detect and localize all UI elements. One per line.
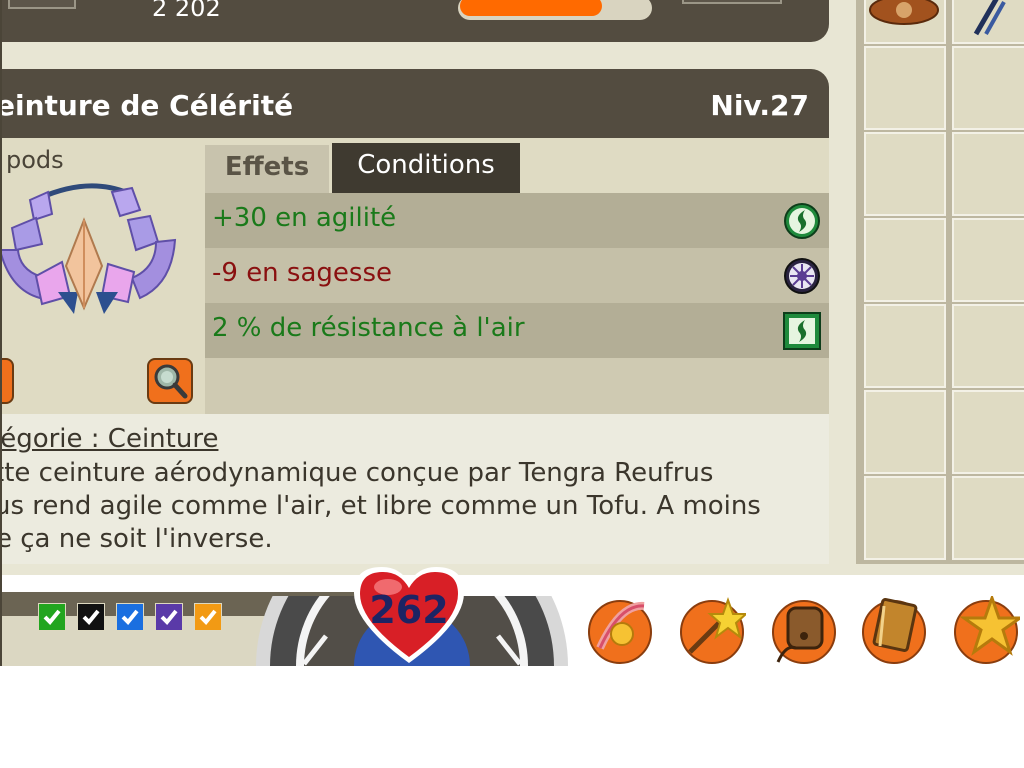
top-progress-fill bbox=[460, 0, 602, 16]
checkmark-icon bbox=[82, 609, 100, 625]
effect-row: +30 en agilité bbox=[205, 193, 829, 248]
zoom-button[interactable] bbox=[147, 358, 193, 404]
effects-list: +30 en agilité -9 en sagesse 2 % de rési… bbox=[205, 193, 829, 414]
top-progress-bar bbox=[458, 0, 652, 20]
tab-conditions[interactable]: Conditions bbox=[332, 143, 520, 193]
achievements-button[interactable] bbox=[952, 596, 1020, 664]
filter-checkbox[interactable] bbox=[194, 603, 222, 631]
game-view: 2 202 einture de Célérité Niv.27 pods Ef… bbox=[0, 0, 1024, 666]
inventory-slot[interactable] bbox=[864, 304, 946, 388]
inventory-slot[interactable] bbox=[864, 46, 946, 130]
item-panel: einture de Célérité Niv.27 pods Effets C… bbox=[0, 69, 829, 564]
wisdom-icon bbox=[784, 258, 820, 294]
inventory-slot[interactable] bbox=[952, 46, 1024, 130]
inventory-slot[interactable] bbox=[864, 218, 946, 302]
checkmark-icon bbox=[160, 609, 178, 625]
tab-effects[interactable]: Effets bbox=[205, 142, 329, 194]
filter-checkbox[interactable] bbox=[38, 603, 66, 631]
inventory-slot[interactable] bbox=[864, 132, 946, 216]
item-header: einture de Célérité Niv.27 bbox=[0, 69, 829, 138]
magnifier-icon bbox=[154, 364, 188, 399]
top-slot-2[interactable] bbox=[682, 0, 782, 4]
checkmark-icon bbox=[121, 609, 139, 625]
action-button-left[interactable] bbox=[0, 358, 14, 404]
left-edge bbox=[0, 0, 2, 666]
inventory-slot[interactable] bbox=[864, 390, 946, 474]
agility-icon bbox=[784, 203, 820, 239]
checkmark-icon bbox=[43, 609, 61, 625]
filter-checkbox[interactable] bbox=[155, 603, 183, 631]
inventory-grid bbox=[856, 0, 1024, 564]
weapon-item-icon[interactable] bbox=[968, 0, 1008, 38]
wand-button[interactable] bbox=[678, 596, 746, 664]
equipped-item-icon[interactable] bbox=[864, 0, 944, 30]
inventory-slot[interactable] bbox=[952, 304, 1024, 388]
filter-checkboxes bbox=[38, 603, 222, 631]
effect-text: -9 en sagesse bbox=[212, 258, 392, 288]
spellbook-button[interactable] bbox=[860, 596, 928, 664]
effect-row: -9 en sagesse bbox=[205, 248, 829, 303]
top-number: 2 202 bbox=[152, 0, 221, 22]
item-image-area: pods bbox=[0, 138, 204, 414]
item-level: Niv.27 bbox=[710, 89, 809, 122]
item-title: einture de Célérité bbox=[0, 89, 294, 122]
inventory-slot[interactable] bbox=[952, 476, 1024, 560]
description-line: us rend agile comme l'air, et libre comm… bbox=[0, 491, 761, 521]
inventory-slot[interactable] bbox=[952, 132, 1024, 216]
checkmark-icon bbox=[199, 609, 217, 625]
inventory-slot[interactable] bbox=[864, 476, 946, 560]
effect-row: 2 % de résistance à l'air bbox=[205, 303, 829, 358]
effect-text: 2 % de résistance à l'air bbox=[212, 313, 525, 343]
bag-button[interactable] bbox=[770, 596, 838, 664]
belt-item-icon bbox=[0, 183, 177, 314]
inventory-slot[interactable] bbox=[952, 390, 1024, 474]
life-points: 262 bbox=[369, 588, 449, 632]
filter-checkbox[interactable] bbox=[77, 603, 105, 631]
description-line: tte ceinture aérodynamique conçue par Te… bbox=[0, 458, 714, 488]
item-description: tégorie : Ceinture tte ceinture aérodyna… bbox=[0, 414, 829, 564]
effect-text: +30 en agilité bbox=[212, 203, 397, 233]
spells-button[interactable] bbox=[586, 596, 654, 664]
pods-label: pods bbox=[6, 146, 64, 174]
description-line: e ça ne soit l'inverse. bbox=[0, 524, 273, 554]
top-panel: 2 202 bbox=[0, 0, 829, 42]
inventory-slot[interactable] bbox=[952, 218, 1024, 302]
item-category[interactable]: tégorie : Ceinture bbox=[0, 424, 218, 454]
air-resistance-icon bbox=[783, 312, 821, 350]
top-slot[interactable] bbox=[8, 0, 76, 9]
filter-checkbox[interactable] bbox=[116, 603, 144, 631]
